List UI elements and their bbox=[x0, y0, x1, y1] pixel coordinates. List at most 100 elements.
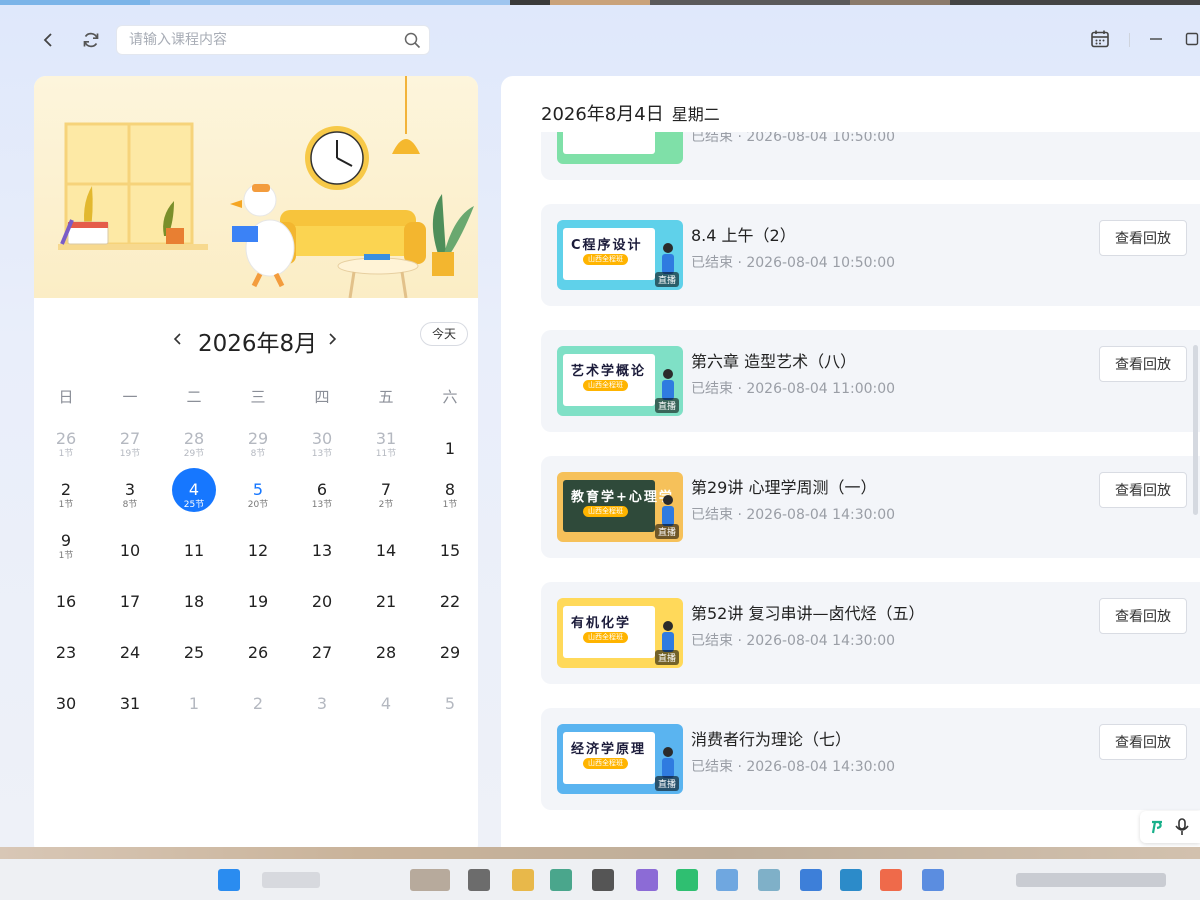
search-input[interactable] bbox=[117, 26, 387, 54]
calendar-day[interactable]: 2 bbox=[226, 683, 290, 734]
taskbar-app-icon[interactable] bbox=[468, 869, 490, 891]
calendar-day[interactable]: 3 8节 bbox=[98, 479, 162, 530]
back-button[interactable] bbox=[35, 26, 63, 54]
day-number: 18 bbox=[183, 592, 205, 611]
taskbar-app-icon[interactable] bbox=[636, 869, 658, 891]
calendar-day[interactable]: 9 1节 bbox=[34, 530, 98, 581]
taskbar-search-icon[interactable] bbox=[262, 872, 320, 888]
thumbnail-subtitle: 山西全程班 bbox=[583, 380, 628, 391]
course-thumbnail: C程序设计 山西全程班 直播 bbox=[557, 220, 683, 290]
view-replay-button[interactable]: 查看回放 bbox=[1099, 346, 1187, 382]
taskbar-app-icon[interactable] bbox=[512, 869, 534, 891]
calendar-day[interactable]: 21 bbox=[354, 581, 418, 632]
calendar-view-button[interactable] bbox=[1086, 25, 1114, 53]
search-icon[interactable] bbox=[404, 32, 421, 49]
calendar-day[interactable]: 31 11节 bbox=[354, 428, 418, 479]
refresh-button[interactable] bbox=[77, 26, 105, 54]
course-item[interactable]: 艺术学概论 山西全程班 直播 第六章 造型艺术（八） 已结束 · 2026-08… bbox=[541, 330, 1200, 432]
calendar-day[interactable]: 29 8节 bbox=[226, 428, 290, 479]
microphone-icon[interactable] bbox=[1174, 818, 1190, 836]
calendar-day[interactable]: 30 13节 bbox=[290, 428, 354, 479]
calendar-day[interactable]: 22 bbox=[418, 581, 478, 632]
calendar-day[interactable]: 5 bbox=[418, 683, 478, 734]
taskbar-app-icon[interactable] bbox=[676, 869, 698, 891]
calendar-day[interactable]: 30 bbox=[34, 683, 98, 734]
calendar-day[interactable]: 19 bbox=[226, 581, 290, 632]
calendar-day[interactable]: 12 bbox=[226, 530, 290, 581]
calendar-day[interactable]: 1 bbox=[162, 683, 226, 734]
pen-icon[interactable] bbox=[1148, 818, 1166, 836]
taskbar-app-icon[interactable] bbox=[410, 869, 450, 891]
taskbar-app-icon[interactable] bbox=[592, 869, 614, 891]
calendar-day[interactable]: 5 20节 bbox=[226, 479, 290, 530]
calendar-day[interactable]: 15 bbox=[418, 530, 478, 581]
day-number: 21 bbox=[375, 592, 397, 611]
calendar-day[interactable]: 28 bbox=[354, 632, 418, 683]
taskbar-app-icon[interactable] bbox=[840, 869, 862, 891]
calendar-day[interactable]: 31 bbox=[98, 683, 162, 734]
calendar-day[interactable]: 2 1节 bbox=[34, 479, 98, 530]
calendar-day[interactable]: 20 bbox=[290, 581, 354, 632]
calendar-day[interactable]: 16 bbox=[34, 581, 98, 632]
calendar-day[interactable]: 27 bbox=[290, 632, 354, 683]
desktop-background-strip bbox=[0, 847, 1200, 859]
calendar-day[interactable]: 1 bbox=[418, 428, 478, 479]
day-number: 7 bbox=[380, 480, 392, 499]
course-status: 已结束 · 2026-08-04 14:30:00 bbox=[691, 507, 896, 523]
calendar-day[interactable]: 27 19节 bbox=[98, 428, 162, 479]
course-item[interactable]: 已结束 · 2026-08-04 10:50:00 bbox=[541, 132, 1200, 180]
day-number: 29 bbox=[439, 643, 461, 662]
calendar-day[interactable]: 10 bbox=[98, 530, 162, 581]
today-button[interactable]: 今天 bbox=[420, 322, 468, 346]
day-lesson-count: 25节 bbox=[183, 500, 205, 510]
calendar-day[interactable]: 13 bbox=[290, 530, 354, 581]
calendar-day[interactable]: 4 25节 bbox=[162, 468, 226, 530]
course-item[interactable]: C程序设计 山西全程班 直播 8.4 上午（2） 已结束 · 2026-08-0… bbox=[541, 204, 1200, 306]
calendar-day[interactable]: 23 bbox=[34, 632, 98, 683]
calendar-day[interactable]: 4 bbox=[354, 683, 418, 734]
taskbar-app-icon[interactable] bbox=[758, 869, 780, 891]
day-lesson-count: 13节 bbox=[311, 500, 333, 510]
taskbar-app-icon[interactable] bbox=[880, 869, 902, 891]
maximize-button[interactable] bbox=[1178, 25, 1200, 53]
teacher-figure-icon bbox=[662, 495, 674, 526]
calendar-day[interactable]: 11 bbox=[162, 530, 226, 581]
course-item[interactable]: 有机化学 山西全程班 直播 第52讲 复习串讲—卤代烃（五） 已结束 · 202… bbox=[541, 582, 1200, 684]
day-number: 16 bbox=[55, 592, 77, 611]
taskbar-app-icon[interactable] bbox=[716, 869, 738, 891]
calendar-day[interactable]: 8 1节 bbox=[418, 479, 478, 530]
calendar-day[interactable]: 7 2节 bbox=[354, 479, 418, 530]
scrollbar[interactable] bbox=[1193, 345, 1198, 515]
taskbar-app-icon[interactable] bbox=[550, 869, 572, 891]
calendar-day[interactable]: 25 bbox=[162, 632, 226, 683]
view-replay-button[interactable]: 查看回放 bbox=[1099, 472, 1187, 508]
taskbar-app-icon[interactable] bbox=[922, 869, 944, 891]
day-number: 13 bbox=[311, 541, 333, 560]
calendar-day[interactable]: 6 13节 bbox=[290, 479, 354, 530]
day-lesson-count: 1节 bbox=[58, 500, 74, 510]
calendar-day[interactable]: 14 bbox=[354, 530, 418, 581]
calendar-day[interactable]: 26 bbox=[226, 632, 290, 683]
course-item[interactable]: 教育学+心理学 山西全程班 直播 第29讲 心理学周测（一） 已结束 · 202… bbox=[541, 456, 1200, 558]
next-month-button[interactable] bbox=[322, 328, 342, 350]
day-lesson-count: 13节 bbox=[311, 449, 333, 459]
calendar-day[interactable]: 29 bbox=[418, 632, 478, 683]
system-tray[interactable] bbox=[1016, 873, 1166, 887]
view-replay-button[interactable]: 查看回放 bbox=[1099, 598, 1187, 634]
view-replay-button[interactable]: 查看回放 bbox=[1099, 220, 1187, 256]
calendar-day[interactable]: 26 1节 bbox=[34, 428, 98, 479]
course-item[interactable]: 经济学原理 山西全程班 直播 消费者行为理论（七） 已结束 · 2026-08-… bbox=[541, 708, 1200, 810]
start-menu-icon[interactable] bbox=[218, 869, 240, 891]
day-number: 24 bbox=[119, 643, 141, 662]
calendar-card: 2026年8月 今天 日 一 二 三 四 五 六 26 1节 27 19节 28 29节 2… bbox=[34, 76, 478, 847]
day-number: 22 bbox=[439, 592, 461, 611]
calendar-day[interactable]: 18 bbox=[162, 581, 226, 632]
view-replay-button[interactable]: 查看回放 bbox=[1099, 724, 1187, 760]
calendar-day[interactable]: 3 bbox=[290, 683, 354, 734]
calendar-day[interactable]: 17 bbox=[98, 581, 162, 632]
minimize-button[interactable] bbox=[1142, 25, 1170, 53]
day-number: 5 bbox=[252, 480, 264, 499]
prev-month-button[interactable] bbox=[168, 328, 188, 350]
taskbar-app-icon[interactable] bbox=[800, 869, 822, 891]
calendar-day[interactable]: 24 bbox=[98, 632, 162, 683]
